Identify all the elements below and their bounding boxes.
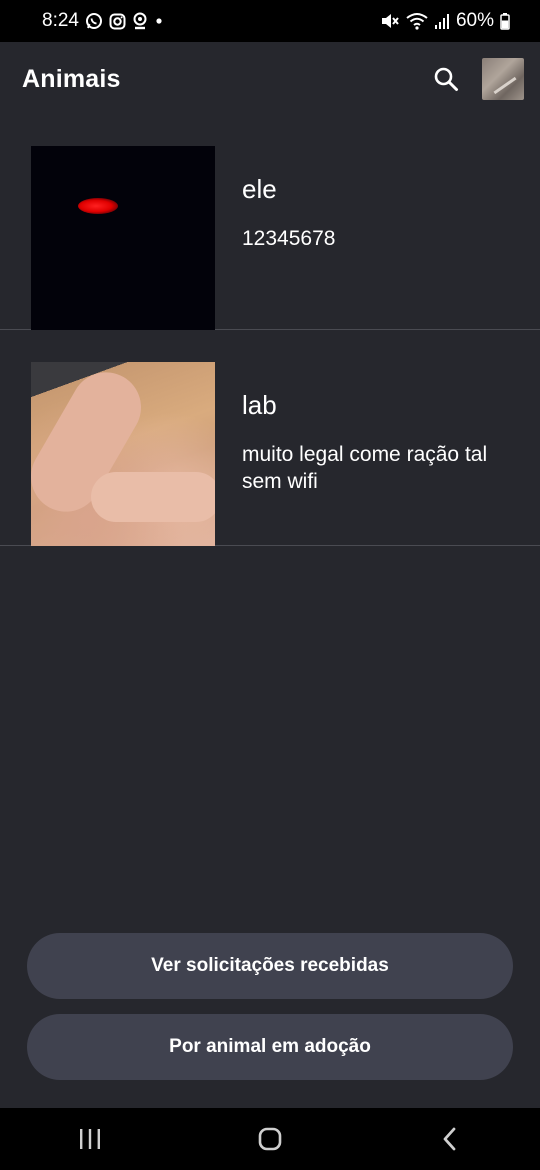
view-requests-button[interactable]: Ver solicitações recebidas [27, 933, 513, 999]
animal-photo [31, 362, 215, 546]
recents-icon [80, 1129, 100, 1149]
whatsapp-icon [85, 12, 103, 30]
home-icon [258, 1127, 282, 1151]
animal-description: muito legal come ração tal sem wifi [242, 443, 488, 493]
animal-list: ele 12345678 lab muito legal come ração … [0, 114, 540, 546]
app-bar: Animais [0, 42, 540, 116]
search-button[interactable] [424, 57, 468, 101]
status-right: 60% [380, 10, 510, 32]
battery-level: 60% [455, 10, 494, 31]
recents-button[interactable] [60, 1114, 120, 1164]
status-left: 8:24 [42, 10, 164, 32]
back-icon [443, 1127, 456, 1151]
animal-photo [31, 146, 215, 330]
put-for-adoption-button[interactable]: Por animal em adoção [27, 1014, 513, 1080]
clock: 8:24 [42, 10, 79, 31]
battery-icon [500, 12, 510, 30]
instagram-icon [109, 13, 126, 30]
wifi-icon [406, 12, 428, 30]
home-button[interactable] [240, 1114, 300, 1164]
page-title: Animais [22, 64, 121, 93]
dot-icon [154, 16, 164, 26]
back-button[interactable] [420, 1114, 480, 1164]
list-item[interactable]: lab muito legal come ração tal sem wifi [0, 330, 540, 546]
system-nav-bar [0, 1108, 540, 1170]
animal-description: 12345678 [242, 227, 336, 250]
animal-name: ele [242, 174, 277, 204]
list-item[interactable]: ele 12345678 [0, 114, 540, 330]
status-bar: 8:24 60% [0, 0, 540, 42]
signal-icon [434, 12, 450, 30]
webcam-icon [132, 12, 148, 30]
search-icon [434, 67, 458, 91]
animal-name: lab [242, 390, 277, 420]
avatar[interactable] [482, 58, 524, 100]
mute-icon [380, 12, 400, 30]
